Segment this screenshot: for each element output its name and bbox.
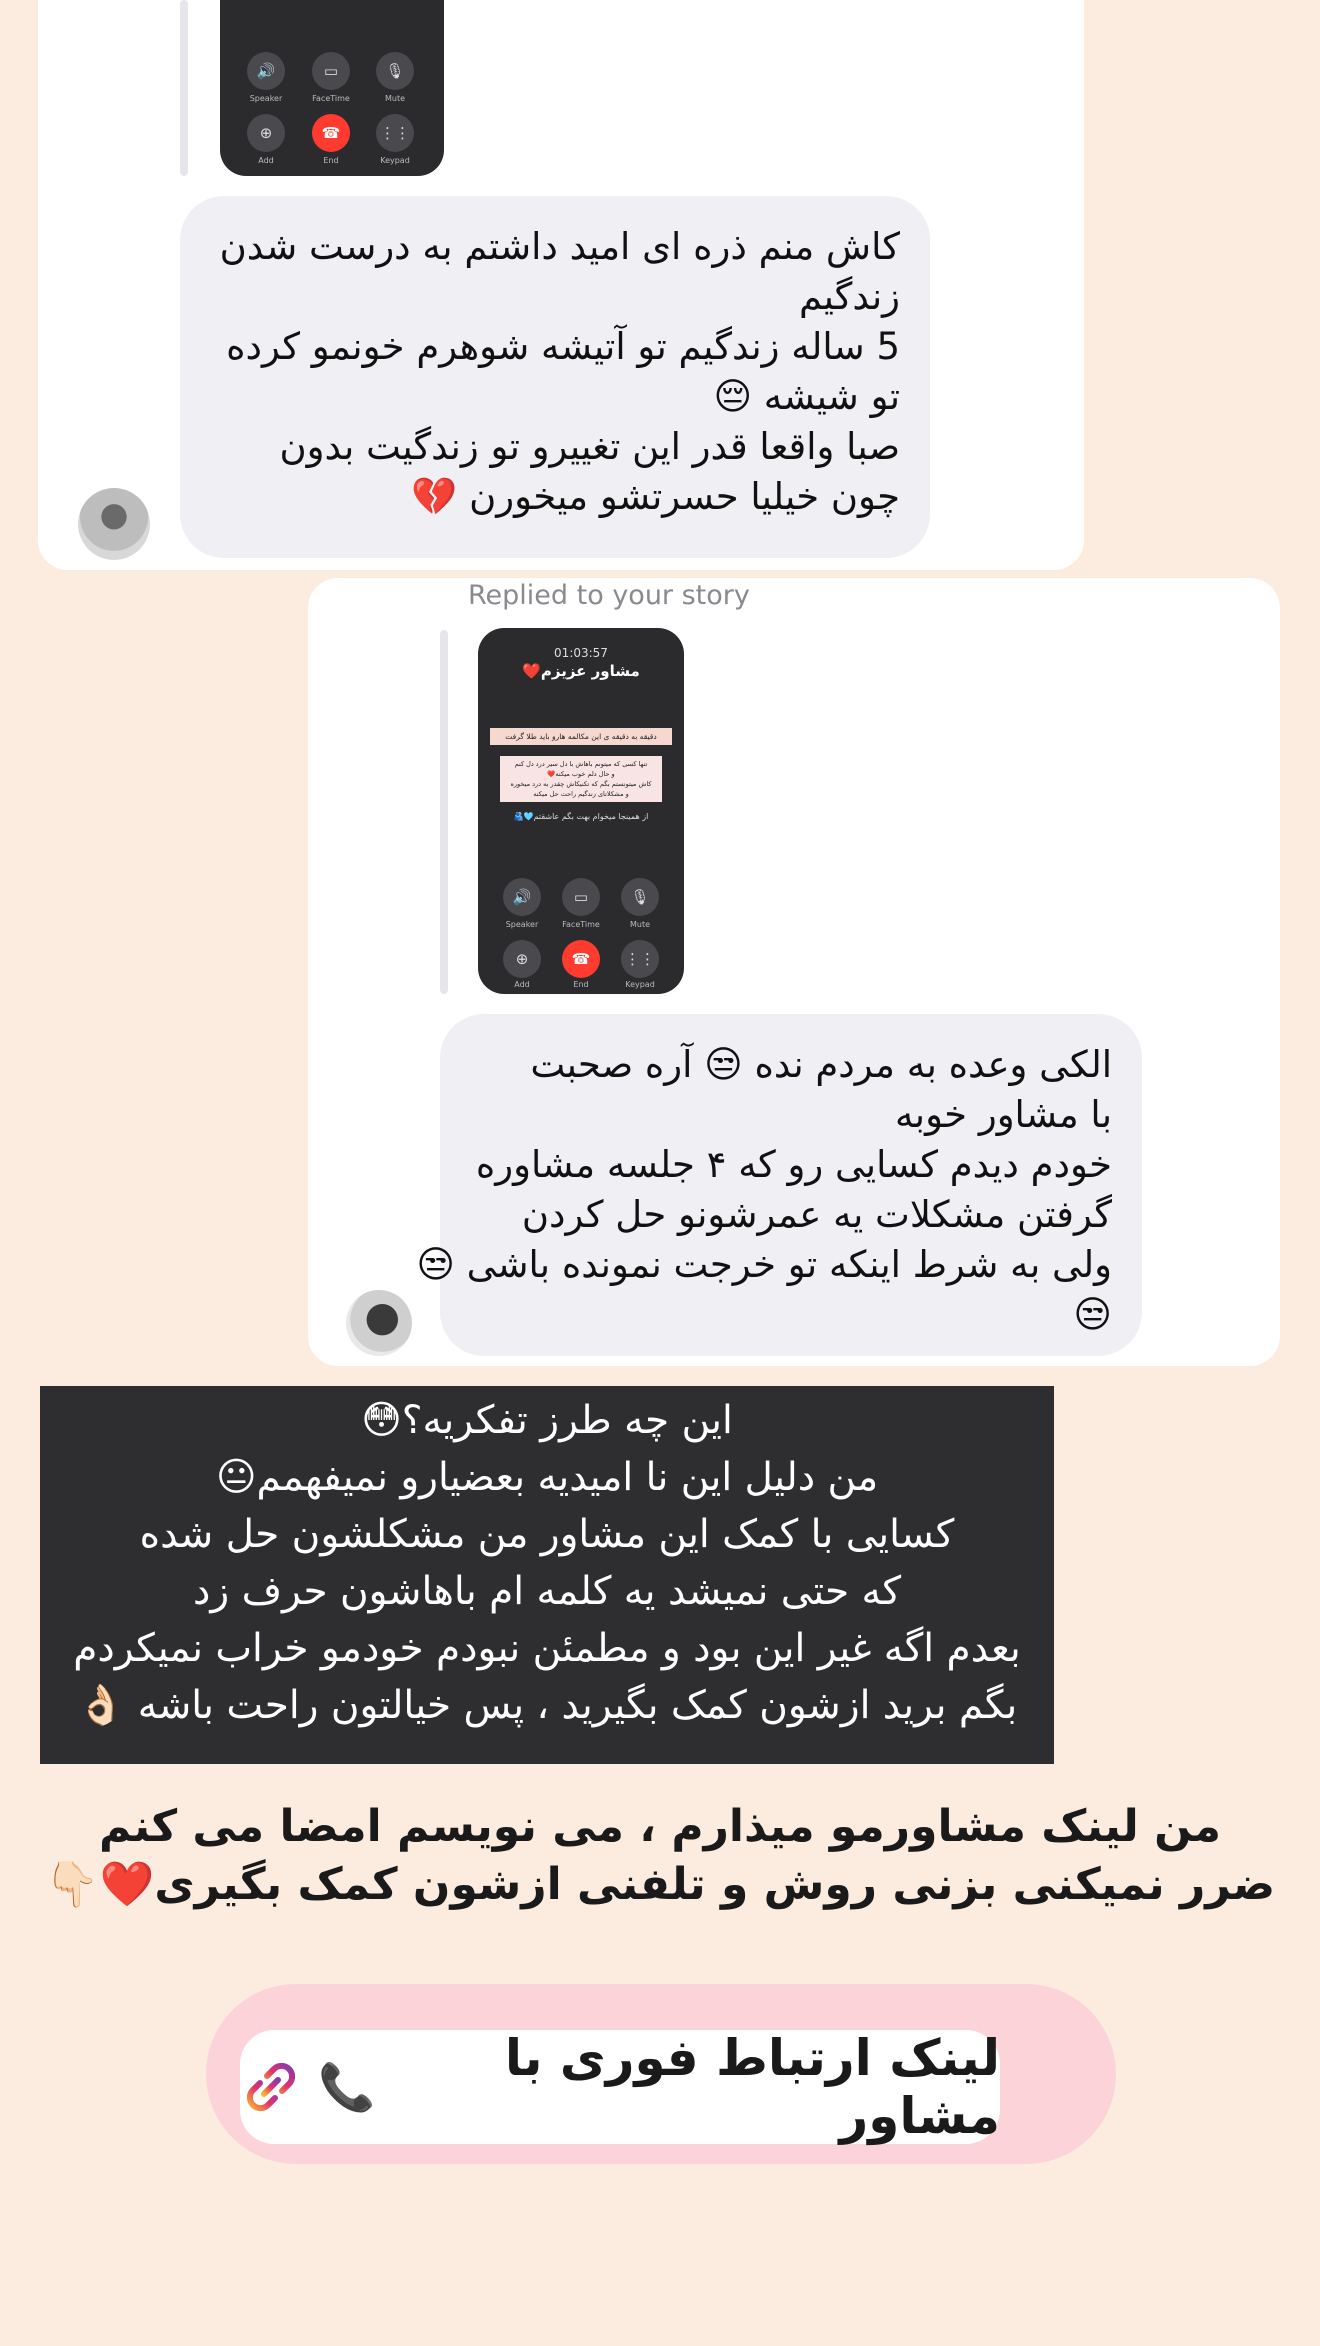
add-call-icon: ⊕ [247,114,285,152]
story-text-line: و مشکلاتای زندگیم راحت حل میکنه [533,790,629,798]
end-call-icon: ☎ [312,114,350,152]
avatar[interactable] [346,1290,412,1356]
story-text-line: تنها کسی که میتونم باهاش با دل سیر درد د… [514,760,648,768]
reply-indicator-line [440,630,448,994]
mute-icon: 🎙 [621,878,659,916]
facetime-label: FaceTime [562,920,600,929]
message-line: گرفتن مشکلات یه عمرشونو حل کردن [521,1193,1112,1236]
link-icon-graphic [246,2062,296,2112]
call-timer: 01:03:57 [554,646,608,660]
add-call-icon: ⊕ [503,940,541,978]
facetime-label: FaceTime [312,94,350,103]
message-bubble-2[interactable]: الکی وعده به مردم نده 😒 آره صحبت با مشاو… [416,1014,1142,1356]
end-label: End [323,156,339,165]
link-sticker[interactable]: لینک ارتباط فوری با مشاور 📞 [240,2029,1000,2145]
avatar[interactable] [78,488,150,560]
phone-icon: 📞 [318,2059,376,2114]
message-line: ولی به شرط اینکه تو خرجت نمونده باشی 😒 [416,1243,1112,1286]
message-line: 😒 [1073,1293,1112,1336]
message-line: با مشاور خوبه [894,1093,1112,1136]
caption-line: ضرر نمیکنی بزنی روش و تلفنی ازشون کمک بگ… [44,1859,1276,1910]
story-banner: دقیقه به دقیقه ی این مکالمه هارو باید طل… [490,728,672,745]
mute-label: Mute [629,920,651,929]
facetime-icon: ▭ [312,52,350,90]
end-label: End [573,980,589,989]
story-overlay-text: این چه طرز تفکریه؟😳 من دلیل این نا امیدی… [40,1386,1054,1764]
facetime-icon: ▭ [562,878,600,916]
overlay-line: این چه طرز تفکریه؟😳 [361,1398,733,1443]
keypad-label: Keypad [625,980,655,989]
caption-line: من لینک مشاورمو میذارم ، می نویسم امضا م… [99,1801,1221,1852]
contact-name: مشاور عزیزم❤️ [522,662,640,680]
speaker-label: Speaker [249,94,283,103]
message-line: الکی وعده به مردم نده 😒 آره صحبت [530,1043,1112,1086]
message-bubble-1[interactable]: کاش منم ذره ای امید داشتم به درست شدن زن… [180,196,930,558]
story-footer-text: از همینجا میخوام بهت بگم عاشقتم🩵🫂 [513,812,649,821]
link-sticker-label: لینک ارتباط فوری با مشاور [504,2029,1000,2145]
keypad-label: Keypad [380,156,410,165]
story-thumbnail-2[interactable]: 01:03:57 مشاور عزیزم❤️ دقیقه به دقیقه ی … [478,628,684,994]
end-call-icon: ☎ [562,940,600,978]
message-line: تو شیشه 😔 [713,375,900,418]
message-line: خودم دیدم کسایی رو که ۴ جلسه مشاوره [475,1143,1112,1186]
story-text-box: تنها کسی که میتونم باهاش با دل سیر درد د… [500,756,662,802]
overlay-line: که حتی نمیشد یه کلمه ام باهاشون حرف زد [192,1569,902,1614]
keypad-icon: ⋮⋮ [621,940,659,978]
speaker-icon: 🔊 [503,878,541,916]
story-text-line: کاش میتونستم بگم که تکنیکاش چقدر به درد … [510,780,652,788]
message-line: کاش منم ذره ای امید داشتم به درست شدن [219,225,900,268]
story-text-line: و حال دلم خوب میکنه❤️ [547,770,615,778]
overlay-line: من دلیل این نا امیدیه بعضیارو نمیفهمم😐 [215,1455,879,1500]
story-caption: من لینک مشاورمو میذارم ، می نویسم امضا م… [40,1798,1280,1914]
message-line: چون خیلیا حسرتشو میخورن 💔 [411,475,900,518]
story-thumbnail-1[interactable]: 🔊 ▭ 🎙 Speaker FaceTime Mute ⊕ ☎ ⋮⋮ Add E… [220,0,444,176]
overlay-line: بگم برید ازشون کمک بگیرید ، پس خیالتون ر… [76,1683,1018,1728]
add-label: Add [258,156,274,165]
overlay-line: کسایی با کمک این مشاور من مشکلشون حل شده [139,1512,955,1557]
add-label: Add [514,980,530,989]
message-line: 5 ساله زندگیم تو آتیشه شوهرم خونمو کرده [226,325,900,368]
keypad-icon: ⋮⋮ [376,114,414,152]
speaker-label: Speaker [505,920,539,929]
speaker-icon: 🔊 [247,52,285,90]
mute-icon: 🎙 [376,52,414,90]
link-icon [240,2056,302,2118]
replied-to-story-label: Replied to your story [468,580,750,611]
message-line: صبا واقعا قدر این تغییرو تو زندگیت بدون [279,425,901,468]
reply-indicator-line [180,0,188,176]
mute-label: Mute [384,94,406,103]
overlay-line: بعدم اگه غیر این بود و مطمئن نبودم خودمو… [73,1626,1021,1671]
message-line: زندگیم [799,275,900,318]
